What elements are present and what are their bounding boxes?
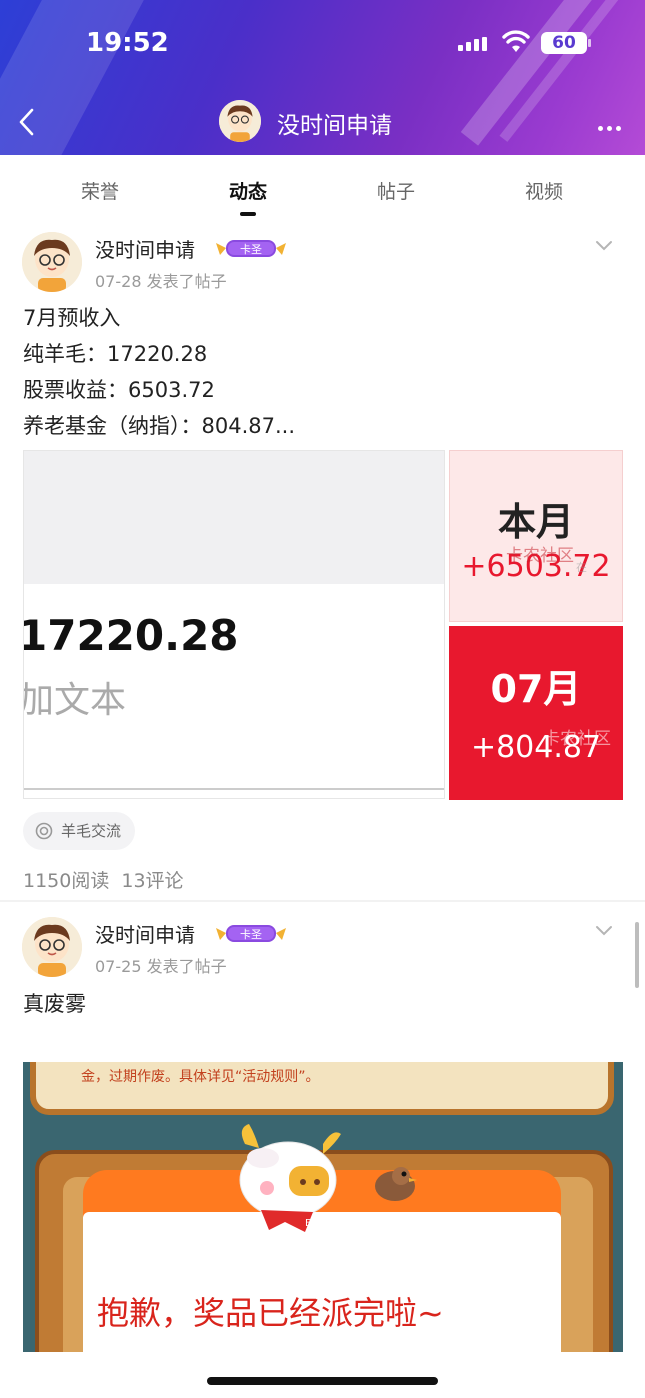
post-meta: 07-25 发表了帖子: [95, 957, 227, 976]
active-tab-indicator: [240, 212, 256, 216]
badge-kasheng: 卡圣: [216, 925, 286, 942]
author-avatar[interactable]: [22, 232, 82, 292]
chevron-down-icon[interactable]: [594, 239, 614, 253]
post-stats: 1150阅读 13评论: [23, 866, 184, 893]
post-divider: [0, 900, 645, 902]
mascot-scarf-label: BOC: [305, 1218, 327, 1229]
author-avatar[interactable]: [22, 917, 82, 977]
cellular-signal-icon: [458, 36, 492, 54]
post-text-line: 7月预收入: [23, 306, 121, 330]
tab-posts[interactable]: 帖子: [377, 177, 415, 204]
post-text-line: 股票收益：6503.72: [23, 378, 215, 402]
prize-message: 抱歉，奖品已经派完啦~: [97, 1294, 444, 1332]
popup-top-text: 金，过期作废。具体详见“活动规则”。: [81, 1069, 320, 1085]
wifi-icon: [502, 30, 530, 52]
watermark: 卡农社区: [506, 546, 574, 566]
author-name[interactable]: 没时间申请: [95, 234, 195, 263]
july-card-title: 07月: [490, 667, 582, 711]
profile-header: 19:52 60 没时间申请: [0, 0, 645, 155]
month-card: 本月 +6503.72 卡农社区 在: [449, 450, 623, 622]
watermark: 卡农社区: [543, 729, 611, 749]
tab-activity[interactable]: 动态: [229, 177, 267, 204]
svg-text:卡圣: 卡圣: [240, 928, 262, 941]
header-title: 没时间申请: [277, 113, 392, 139]
post-image[interactable]: 金，过期作废。具体详见“活动规则”。 BOC 抱歉，奖品已经派完啦~: [23, 1062, 623, 1352]
tab-honor[interactable]: 荣誉: [81, 177, 119, 204]
screenshot-number: 17220.28: [23, 611, 239, 660]
post-meta: 07-28 发表了帖子: [95, 272, 227, 291]
chevron-down-icon[interactable]: [594, 924, 614, 938]
badge-kasheng: 卡圣: [216, 240, 286, 257]
read-count: 1150阅读: [23, 870, 110, 892]
author-name[interactable]: 没时间申请: [95, 919, 195, 948]
topic-tag[interactable]: 羊毛交流: [23, 812, 136, 850]
comment-count[interactable]: 13评论: [121, 866, 183, 893]
month-card-title: 本月: [497, 500, 574, 544]
post-text-line: 真废雾: [23, 992, 86, 1016]
topic-icon: [35, 822, 53, 840]
topic-tag-label: 羊毛交流: [61, 822, 122, 840]
post-text-line: 纯羊毛：17220.28: [23, 342, 208, 366]
profile-tabs: 荣誉 动态 帖子 视频: [0, 155, 645, 225]
tab-videos[interactable]: 视频: [525, 177, 563, 204]
home-indicator[interactable]: [207, 1377, 438, 1385]
watermark-sub: 在: [576, 561, 587, 574]
scrollbar[interactable]: [635, 922, 639, 988]
july-card: 07月 +804.87 卡农社区: [449, 626, 623, 800]
post-text-line: 养老基金（纳指）：804.87...: [23, 414, 296, 438]
post-image[interactable]: 17220.28 加文本 本月 +6503.72 卡农社区 在 07月 +804…: [23, 450, 623, 800]
back-arrow-icon[interactable]: [14, 104, 44, 140]
svg-text:卡圣: 卡圣: [240, 243, 262, 256]
screenshot-placeholder: 加文本: [23, 680, 127, 721]
header-avatar[interactable]: [219, 100, 261, 142]
status-time: 19:52: [86, 28, 169, 58]
screenshot-left: 17220.28 加文本: [23, 450, 445, 799]
more-options-icon[interactable]: [598, 116, 626, 131]
prize-popup-image: 金，过期作废。具体详见“活动规则”。 BOC 抱歉，奖品已经派完啦~: [23, 1062, 623, 1352]
battery-indicator: 60: [541, 32, 587, 54]
